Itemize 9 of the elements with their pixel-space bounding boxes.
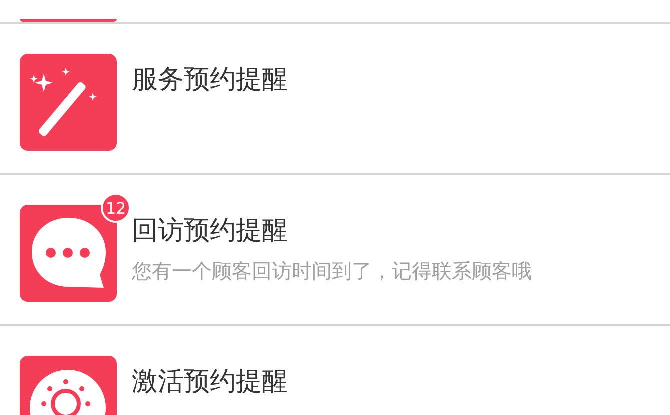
reminder-title: 激活预约提醒 — [132, 366, 288, 399]
reminder-item[interactable]: 12 回访预约提醒 您有一个顾客回访时间到了，记得联系顾客哦 — [0, 175, 670, 326]
magic-wand-icon — [20, 54, 117, 151]
reminder-description: 您有一个顾客回访时间到了，记得联系顾客哦 — [132, 258, 532, 285]
reminder-item[interactable]: 服务预约提醒 — [0, 24, 670, 175]
unread-count-badge: 12 — [101, 193, 131, 223]
reminder-title: 服务预约提醒 — [132, 64, 288, 97]
reminder-title: 回访预约提醒 — [132, 215, 289, 248]
reminder-item[interactable]: 激活预约提醒 — [0, 326, 670, 415]
